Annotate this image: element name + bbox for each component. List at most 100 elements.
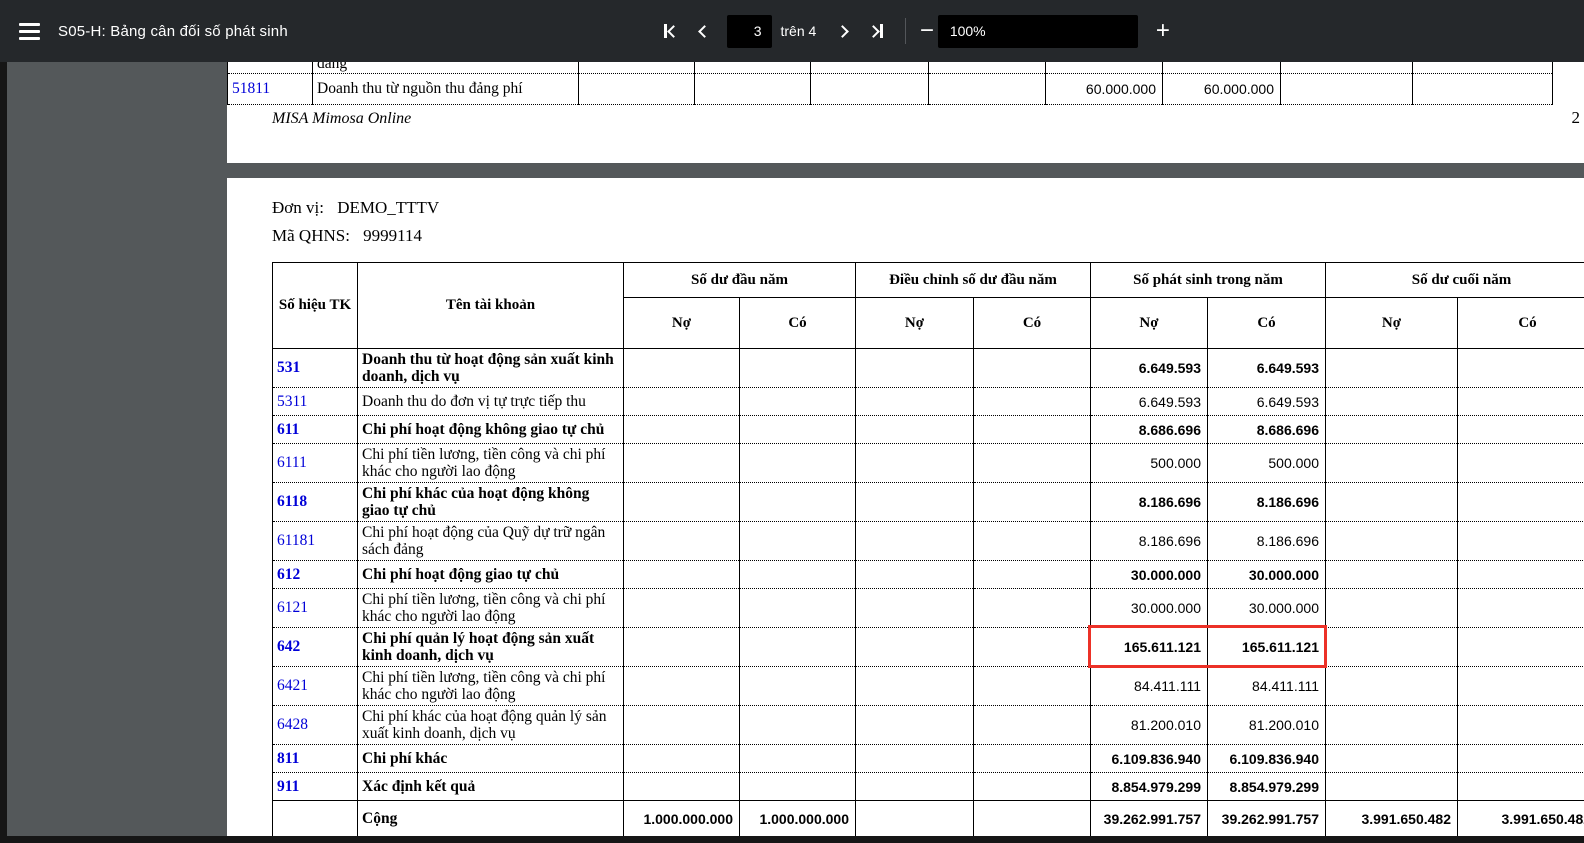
amount-cell [624,561,740,589]
account-link[interactable]: 6111 [273,444,358,483]
amount-cell [740,589,856,628]
account-link[interactable]: 6428 [273,706,358,745]
table-row: 911Xác định kết quả8.854.979.2998.854.97… [273,773,1584,801]
amount-cell: 39.262.991.757 [1208,801,1326,837]
amount-cell [624,628,740,667]
account-link[interactable]: 642 [273,628,358,667]
amount-cell [974,706,1091,745]
amount-cell [856,667,974,706]
amount-cell: 84.411.111 [1208,667,1326,706]
amount-cell [856,706,974,745]
account-link[interactable]: 61181 [273,522,358,561]
amount-cell: 39.262.991.757 [1091,801,1208,837]
table-row: 6121Chi phí tiền lương, tiền công và chi… [273,589,1584,628]
table-row: 61181Chi phí hoạt động của Quỹ dự trữ ng… [273,522,1584,561]
chevron-right-icon[interactable] [834,23,851,40]
table-row: 51811 Doanh thu từ nguồn thu đảng phí 60… [228,74,1553,105]
amount-cell: 6.109.836.940 [1091,745,1208,773]
amount-cell [1326,522,1458,561]
col-group-adjustment: Điều chỉnh số dư đầu năm [856,263,1091,298]
amount-cell: 8.686.696 [1091,416,1208,444]
amount-cell [974,522,1091,561]
amount-cell [624,349,740,388]
col-subheader-debit: Nợ [856,298,974,349]
account-link[interactable]: 531 [273,349,358,388]
account-link[interactable]: 612 [273,561,358,589]
amount-cell [1326,667,1458,706]
amount-cell [624,522,740,561]
table-row: 6111Chi phí tiền lương, tiền công và chi… [273,444,1584,483]
account-name: Chi phí hoạt động giao tự chủ [358,561,624,589]
menu-icon[interactable] [15,19,44,44]
last-page-icon[interactable] [865,20,887,42]
amount-cell [1326,773,1458,801]
pdf-page-3: Đơn vị: DEMO_TTTV Mã QHNS: 9999114 Số hi… [227,178,1584,836]
amount-cell [974,745,1091,773]
account-link[interactable]: 611 [273,416,358,444]
col-group-opening: Số dư đầu năm [624,263,856,298]
zoom-level-input[interactable] [938,15,1138,48]
amount-cell [974,444,1091,483]
amount-cell [974,628,1091,667]
col-header-name: Tên tài khoản [358,263,624,349]
first-page-icon[interactable] [660,20,682,42]
amount-cell [624,667,740,706]
amount-cell [1458,745,1584,773]
amount-cell [856,349,974,388]
table-row: đảng [228,62,1553,74]
amount-cell [1458,388,1584,416]
amount-cell [1326,628,1458,667]
account-link[interactable]: 911 [273,773,358,801]
amount-cell: 6.649.593 [1208,388,1326,416]
page-number-input[interactable] [727,15,772,48]
account-link[interactable]: 811 [273,745,358,773]
account-name: Chi phí quản lý hoạt động sản xuất kinh … [358,628,624,667]
account-name: Chi phí tiền lương, tiền công và chi phí… [358,667,624,706]
amount-cell [740,522,856,561]
amount-cell: 8.186.696 [1091,483,1208,522]
amount-cell: 84.411.111 [1091,667,1208,706]
table-row: 5311Doanh thu do đơn vị tự trực tiếp thu… [273,388,1584,416]
amount-cell [856,561,974,589]
amount-cell [740,388,856,416]
zoom-out-button[interactable]: − [916,19,938,43]
account-name: Chi phí khác của hoạt động không giao tự… [358,483,624,522]
amount-cell [1458,522,1584,561]
col-subheader-credit: Có [740,298,856,349]
amount-cell [856,628,974,667]
amount-cell: 165.611.121 [1208,628,1326,667]
amount-cell: 8.686.696 [1208,416,1326,444]
amount-cell [974,349,1091,388]
account-link[interactable]: 6421 [273,667,358,706]
amount-cell [1458,483,1584,522]
amount-cell [1458,628,1584,667]
total-row: Cộng1.000.000.0001.000.000.00039.262.991… [273,801,1584,837]
pdf-page-2: đảng 51811 Doanh thu từ nguồn thu đảng p… [227,62,1584,163]
amount-cell [624,388,740,416]
amount-cell: 3.991.650.482 [1458,801,1584,837]
amount-cell [856,522,974,561]
amount-cell [974,801,1091,837]
page-number: 2 [1572,108,1581,128]
account-name: Chi phí tiền lương, tiền công và chi phí… [358,589,624,628]
page-navigation: trên 4 − + [660,0,1174,62]
amount-cell [856,416,974,444]
amount-cell: 165.611.121 [1091,628,1208,667]
amount-cell: 8.854.979.299 [1208,773,1326,801]
account-link[interactable]: 51811 [228,74,313,105]
account-link[interactable]: 6118 [273,483,358,522]
account-link[interactable]: 6121 [273,589,358,628]
amount-cell: 8.186.696 [1208,522,1326,561]
amount-cell [856,388,974,416]
amount-cell: 30.000.000 [1091,589,1208,628]
trial-balance-table: Số hiệu TK Tên tài khoản Số dư đầu năm Đ… [272,262,1584,836]
account-name: Doanh thu từ hoạt động sản xuất kinh doa… [358,349,624,388]
chevron-left-icon[interactable] [696,23,713,40]
zoom-in-button[interactable]: + [1152,19,1174,43]
account-link[interactable]: 5311 [273,388,358,416]
total-label: Cộng [358,801,624,837]
amount-cell [974,773,1091,801]
clipped-text: đảng [313,62,578,73]
amount-cell: 81.200.010 [1091,706,1208,745]
amount-cell [740,667,856,706]
